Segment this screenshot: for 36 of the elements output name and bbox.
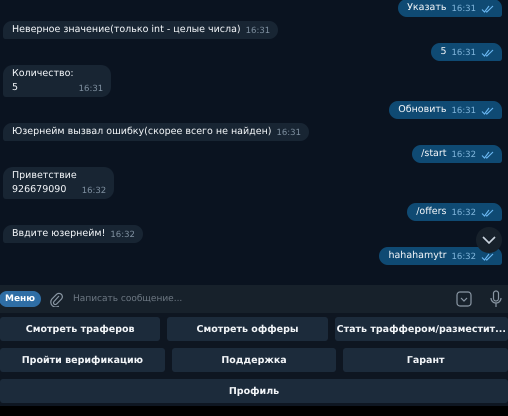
message-time: 16:32	[82, 185, 106, 197]
message-time: 16:32	[452, 251, 476, 263]
keyboard-button[interactable]: Стать траффером/разместит...	[334, 317, 508, 341]
message-text: Количество: 5	[12, 67, 74, 95]
message-text: Указать	[407, 1, 446, 15]
message-input[interactable]: Написать сообщение...	[71, 293, 448, 306]
keyboard-button[interactable]: Профиль	[0, 379, 508, 403]
keyboard-button[interactable]: Смотреть траферов	[0, 317, 160, 341]
message-text: Обновить	[398, 103, 446, 117]
message-time: 16:31	[276, 127, 301, 139]
message-text: 5	[440, 45, 446, 59]
paperclip-icon[interactable]	[49, 291, 64, 308]
message-text: hahahamytr	[388, 249, 446, 263]
message-text: /start	[421, 147, 446, 161]
message-time: 16:31	[246, 25, 270, 37]
keyboard-toggle-icon[interactable]	[456, 291, 472, 308]
message-time: 16:32	[452, 149, 476, 161]
keyboard-button[interactable]: Пройти верификацию	[0, 348, 165, 372]
keyboard-button[interactable]: Смотреть офферы	[167, 317, 328, 341]
message-text: Неверное значение(только int - целые числа)	[12, 23, 241, 37]
message-time: 16:31	[452, 105, 476, 117]
chevron-down-icon	[482, 236, 496, 244]
message-time: 16:32	[452, 207, 476, 219]
message-time: 16:31	[452, 47, 476, 59]
keyboard-button[interactable]: Гарант	[343, 348, 508, 372]
message-text: Ввдите юзернейм!	[12, 227, 106, 241]
message-time: 16:31	[78, 83, 104, 95]
message-text: /offers	[416, 205, 446, 219]
microphone-icon[interactable]	[490, 290, 502, 308]
keyboard-button[interactable]: Поддержка	[172, 348, 336, 372]
message-time: 16:31	[452, 3, 476, 15]
menu-button[interactable]: Меню	[0, 291, 42, 308]
message-text: Юзернейм вызвал ошибку(скорее всего не найден)	[12, 125, 272, 139]
message-time: 16:32	[110, 229, 135, 241]
message-text: Приветствие 926679090	[12, 169, 77, 197]
scroll-down-button[interactable]	[476, 227, 502, 253]
